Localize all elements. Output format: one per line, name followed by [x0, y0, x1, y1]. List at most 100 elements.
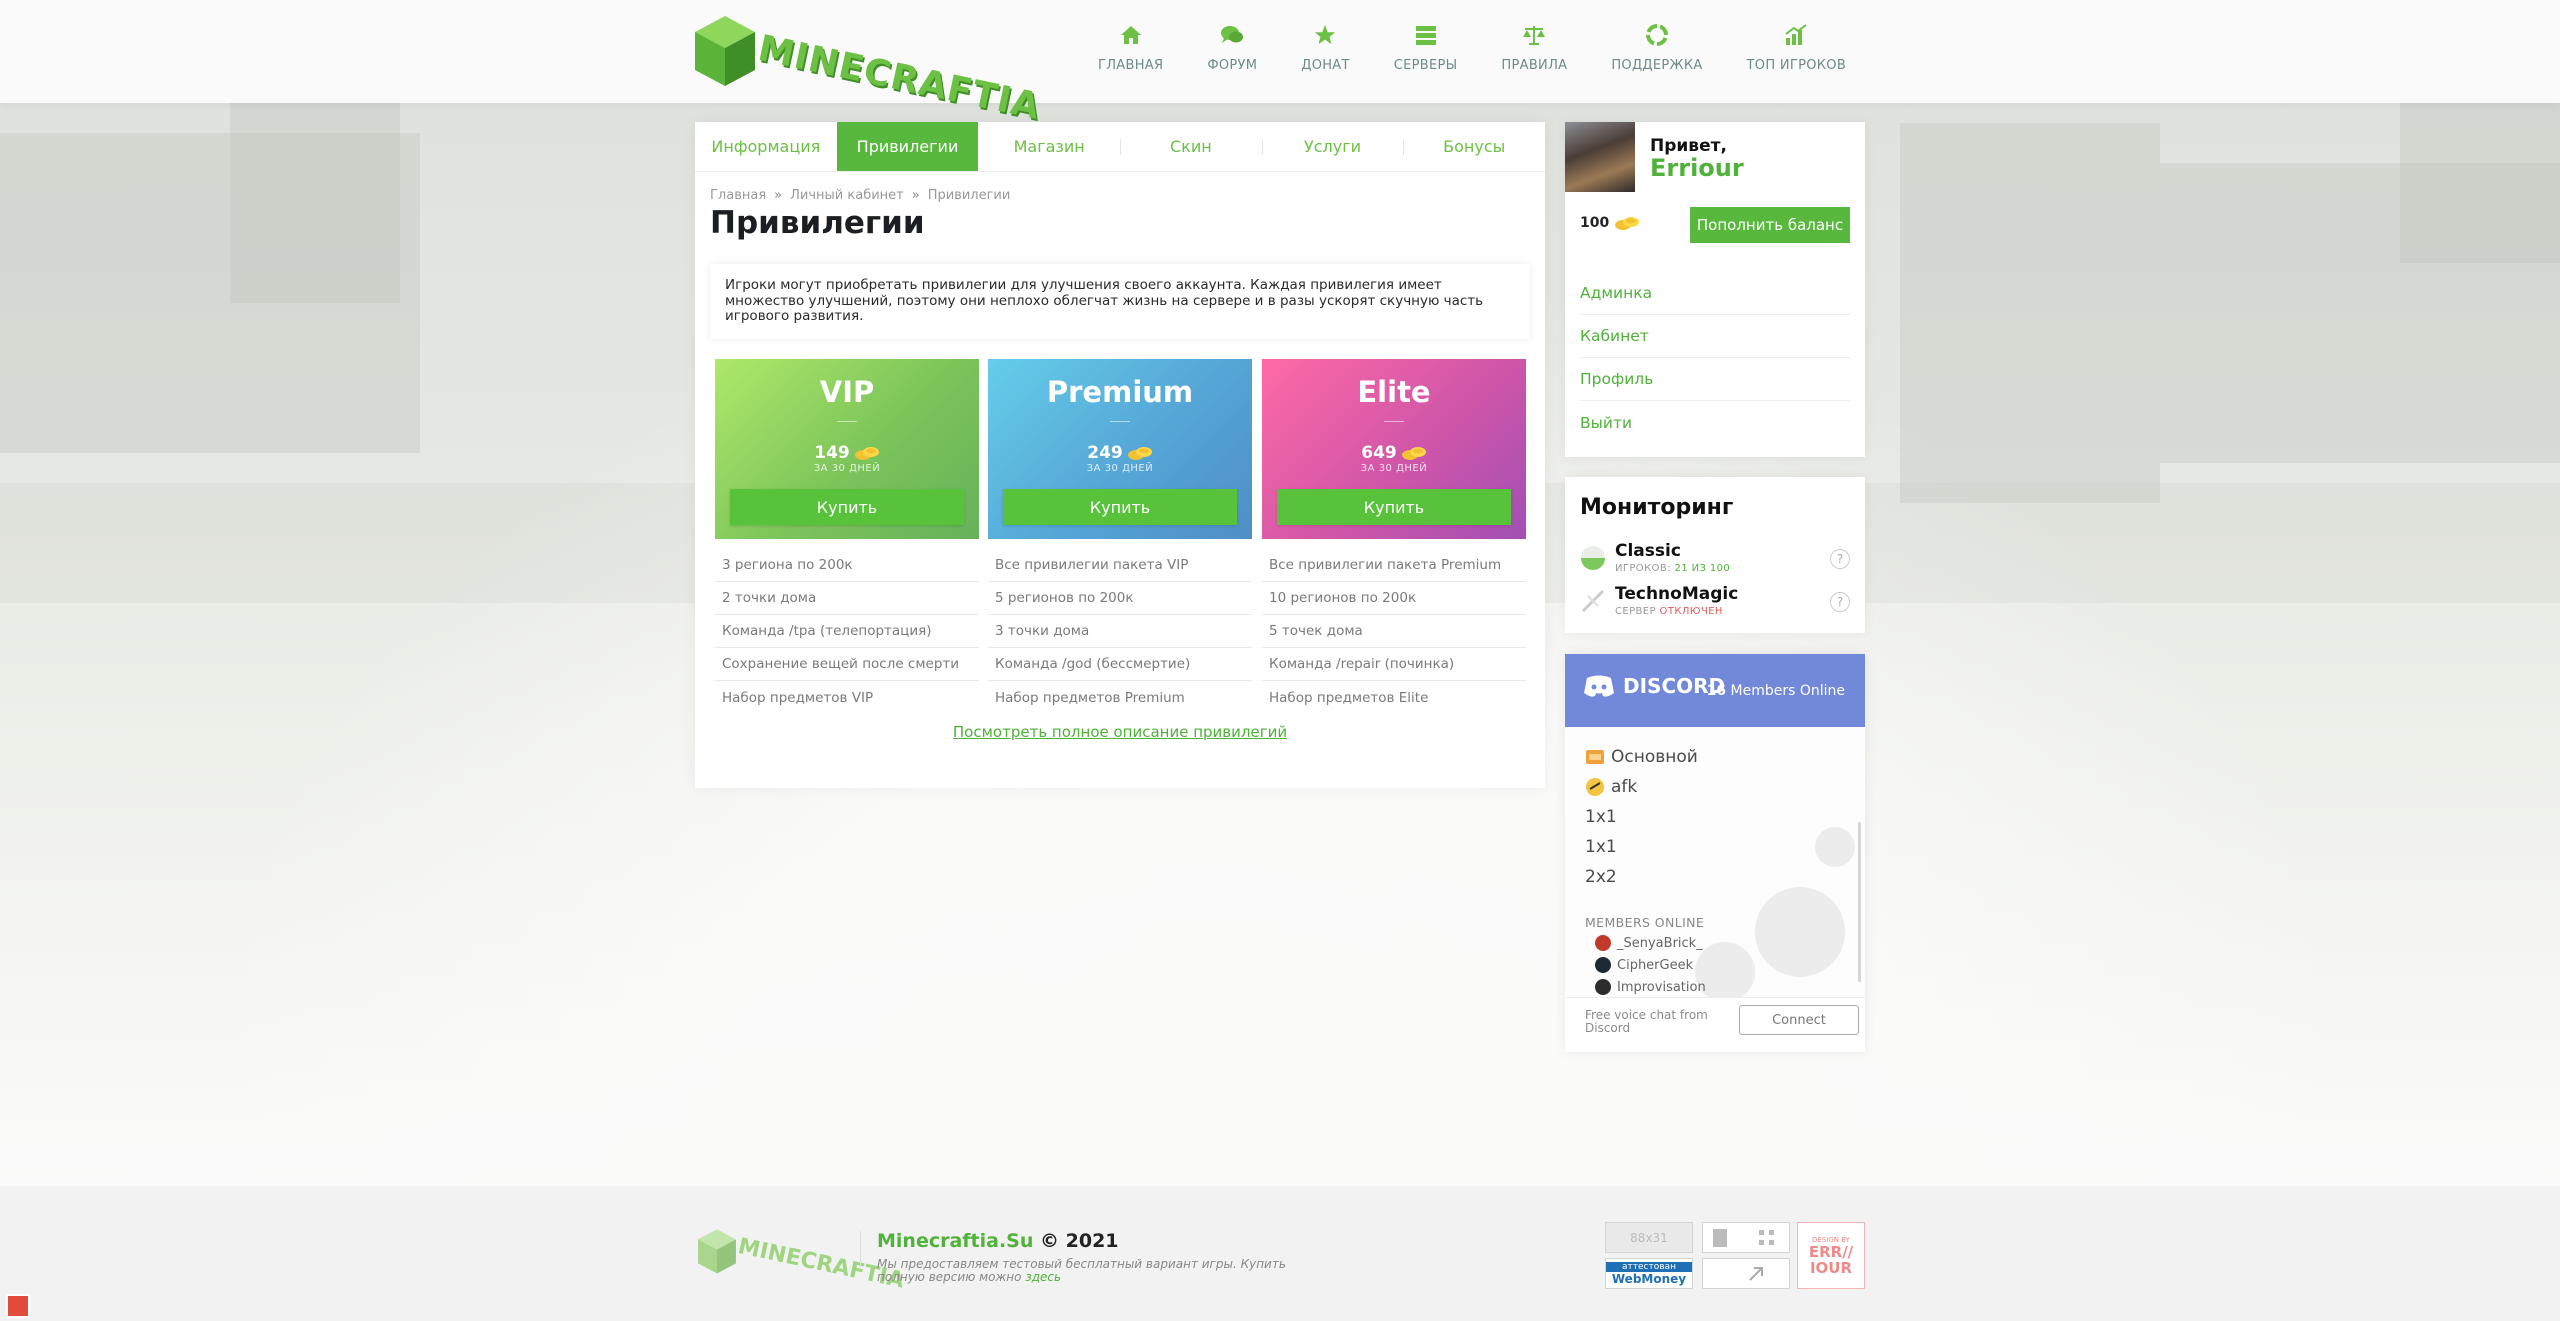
nav-label: ТОП ИГРОКОВ: [1746, 58, 1847, 73]
main-nav: ГЛАВНАЯ ФОРУМ ДОНАТ СЕРВЕРЫ ПРАВИЛА ПОДД…: [1098, 22, 1890, 92]
nav-label: ПРАВИЛА: [1501, 58, 1568, 73]
plan-divider: [1110, 421, 1130, 422]
breadcrumb-cabinet[interactable]: Личный кабинет: [790, 188, 904, 203]
buy-button-elite[interactable]: Купить: [1277, 489, 1511, 525]
footer-divider: [860, 1231, 861, 1269]
discord-footer: Free voice chat from Discord Connect: [1565, 997, 1865, 1052]
tab-services[interactable]: Услуги: [1261, 122, 1404, 171]
coins-icon: [1127, 447, 1152, 460]
discord-connect-button[interactable]: Connect: [1739, 1005, 1859, 1035]
buy-button-premium[interactable]: Купить: [1003, 489, 1237, 525]
buy-button-vip[interactable]: Купить: [730, 489, 964, 525]
breadcrumb: Главная » Личный кабинет » Привилегии: [710, 188, 1010, 203]
tab-info[interactable]: Информация: [695, 122, 837, 171]
menu-item-admin[interactable]: Админка: [1580, 272, 1850, 315]
discord-channel[interactable]: 1x1: [1585, 807, 1617, 827]
tab-skin[interactable]: Скин: [1120, 122, 1262, 171]
designer-badge[interactable]: DESIGN BY ERR// IOUR: [1797, 1222, 1865, 1289]
feature-item: Набор предметов Elite: [1269, 689, 1429, 706]
balance: 100: [1580, 215, 1640, 231]
footer-note-link[interactable]: здесь: [1025, 1270, 1061, 1284]
server-name: Classic: [1615, 541, 1681, 561]
discord-channel[interactable]: afk: [1585, 777, 1637, 797]
user-panel: Привет, Erriour 100 Пополнить баланс Адм…: [1565, 122, 1865, 457]
webmoney-badge[interactable]: аттестован WebMoney: [1605, 1258, 1693, 1289]
webmoney-badge-top: аттестован: [1606, 1261, 1692, 1272]
discord-channel[interactable]: 2x2: [1585, 867, 1617, 887]
breadcrumb-separator: »: [911, 188, 920, 203]
menu-item-logout[interactable]: Выйти: [1580, 401, 1850, 444]
nav-top-players[interactable]: ТОП ИГРОКОВ: [1747, 22, 1847, 92]
discord-member[interactable]: _SenyaBrick_: [1595, 935, 1703, 951]
plan-name: VIP: [819, 375, 875, 409]
feature-list-vip: 3 региона по 200к 2 точки дома Команда /…: [715, 549, 979, 714]
help-icon[interactable]: ?: [1830, 549, 1850, 569]
server-technomagic[interactable]: TechnoMagic СЕРВЕР ОТКЛЮЧЕН ?: [1580, 584, 1850, 622]
member-name: CipherGeek: [1617, 957, 1694, 973]
feature-item: 3 региона по 200к: [715, 549, 979, 582]
plan-price-value: 249: [1087, 443, 1123, 463]
discord-scrollbar[interactable]: [1858, 822, 1861, 982]
plan-card-elite: Elite 649 ЗА 30 ДНЕЙ Купить: [1262, 359, 1526, 539]
feature-item: Команда /god (бессмертие): [988, 648, 1252, 681]
discord-channels: Основной afk 1x1 1x1 2x2 MEMBERS ONLINE …: [1565, 727, 1865, 1002]
nav-home[interactable]: ГЛАВНАЯ: [1098, 22, 1163, 92]
site-header: MINECRAFTIA ГЛАВНАЯ ФОРУМ ДОНАТ СЕРВЕРЫ: [0, 0, 2560, 128]
star-icon: [1312, 22, 1338, 48]
nav-rules[interactable]: ПРАВИЛА: [1501, 22, 1567, 92]
discord-icon: [1584, 675, 1614, 697]
tab-bonuses[interactable]: Бонусы: [1403, 122, 1545, 171]
site-logo[interactable]: MINECRAFTIA: [693, 14, 1044, 128]
arrow-badge[interactable]: [1702, 1258, 1790, 1289]
footer-logo[interactable]: MINECRAFTIA: [695, 1226, 906, 1294]
coins-icon: [1615, 217, 1640, 230]
nav-donate[interactable]: ДОНАТ: [1301, 22, 1350, 92]
breadcrumb-home[interactable]: Главная: [710, 188, 766, 203]
cabinet-tabs: Информация Привилегии Магазин Скин Услуг…: [695, 122, 1545, 172]
feature-item: Все привилегии пакета VIP: [988, 549, 1252, 582]
nav-servers[interactable]: СЕРВЕРЫ: [1394, 22, 1458, 92]
members-online-header: MEMBERS ONLINE: [1585, 915, 1705, 930]
counter-badge[interactable]: 88x31: [1605, 1222, 1693, 1253]
discord-channel[interactable]: 1x1: [1585, 837, 1617, 857]
channel-name: afk: [1611, 777, 1638, 797]
plan-divider: [837, 421, 857, 422]
greeting: Привет,: [1650, 136, 1727, 156]
page-title: Привилегии: [710, 205, 925, 241]
help-icon[interactable]: ?: [1830, 592, 1850, 612]
discord-member[interactable]: CipherGeek: [1595, 957, 1693, 973]
server-status-label: ИГРОКОВ:: [1615, 563, 1671, 574]
feature-item: Набор предметов VIP: [722, 689, 874, 706]
corner-widget-icon[interactable]: [6, 1294, 30, 1318]
server-status-value: ОТКЛЮЧЕН: [1659, 606, 1723, 617]
server-status: ИГРОКОВ: 21 ИЗ 100: [1615, 563, 1730, 574]
username: Erriour: [1650, 154, 1744, 182]
home-icon: [1118, 22, 1144, 48]
footer-note-text: Мы предоставляем тестовый бесплатный вар…: [877, 1257, 1286, 1284]
discord-channel[interactable]: Основной: [1585, 747, 1698, 767]
member-avatar: [1595, 935, 1611, 951]
tab-shop[interactable]: Магазин: [978, 122, 1120, 171]
plan-card-vip: VIP 149 ЗА 30 ДНЕЙ Купить: [715, 359, 979, 539]
nav-label: ГЛАВНАЯ: [1098, 58, 1164, 73]
server-classic[interactable]: Classic ИГРОКОВ: 21 ИЗ 100 ?: [1580, 541, 1850, 579]
menu-item-cabinet[interactable]: Кабинет: [1580, 315, 1850, 358]
topup-button[interactable]: Пополнить баланс: [1690, 207, 1850, 243]
plan-period: ЗА 30 ДНЕЙ: [1086, 463, 1154, 474]
discord-member[interactable]: Improvisation: [1595, 979, 1706, 995]
server-offline-icon: [1581, 589, 1605, 613]
member-avatar: [1595, 979, 1611, 995]
nav-forum[interactable]: ФОРУМ: [1207, 22, 1257, 92]
plan-price: 249: [988, 443, 1252, 463]
avatar[interactable]: [1565, 122, 1635, 192]
discord-logo[interactable]: DISCORD: [1583, 674, 1725, 698]
plan-price: 149: [715, 443, 979, 463]
feature-item: 3 точки дома: [988, 615, 1252, 648]
chat-icon: [1219, 22, 1245, 48]
nav-support[interactable]: ПОДДЕРЖКА: [1611, 22, 1702, 92]
tab-privileges[interactable]: Привилегии: [836, 122, 979, 171]
footer-site-name[interactable]: Minecraftia.Su: [877, 1230, 1033, 1252]
qr-badge[interactable]: [1702, 1222, 1790, 1253]
menu-item-profile[interactable]: Профиль: [1580, 358, 1850, 401]
full-description-link[interactable]: Посмотреть полное описание привилегий: [695, 723, 1545, 741]
